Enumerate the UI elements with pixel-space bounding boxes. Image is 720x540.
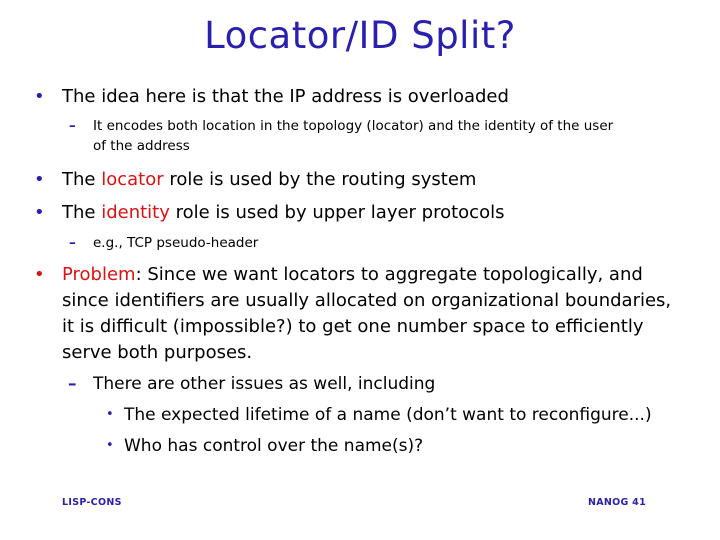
dash-icon: – (68, 374, 77, 394)
sub-item-1-line-1: It encodes both location in the topology… (93, 118, 614, 134)
bullet-icon: • (34, 86, 45, 107)
sub-sub-item-1: The expected lifetime of a name (don’t w… (124, 405, 652, 425)
slide-title: Locator/ID Split? (204, 14, 516, 57)
bullet-icon: • (34, 202, 45, 223)
bullet-item-4-line-1: Problem: Since we want locators to aggre… (62, 262, 643, 288)
bullet-item-4-line-3: it is difficult (impossible?) to get one… (62, 316, 644, 337)
bullet-icon: • (34, 169, 45, 190)
bullet-item-2: The locator role is used by the routing … (62, 167, 476, 193)
bullet-item-4-line-2: since identifiers are usually allocated … (62, 290, 672, 311)
sub-item-1-line-2: of the address (93, 138, 190, 154)
sub-item-3: e.g., TCP pseudo-header (93, 235, 259, 251)
dash-icon: – (69, 118, 76, 134)
bullet-icon: • (34, 264, 45, 285)
sub-sub-item-2: Who has control over the name(s)? (124, 436, 424, 456)
slide: Locator/ID Split? • The idea here is tha… (0, 0, 720, 540)
bullet-icon: • (106, 438, 114, 453)
bullet-item-1: The idea here is that the IP address is … (62, 86, 509, 107)
highlight-problem: Problem (62, 264, 136, 285)
highlight-identity: identity (101, 202, 170, 223)
footer-right: NANOG 41 (587, 497, 646, 508)
bullet-item-3: The identity role is used by upper layer… (62, 200, 504, 226)
bullet-item-4-line-4: serve both purposes. (62, 342, 253, 363)
dash-icon: – (69, 235, 76, 251)
highlight-locator: locator (101, 169, 164, 190)
footer-left: LISP-CONS (62, 497, 122, 508)
bullet-item-3-suffix: role is used by upper layer protocols (169, 202, 505, 223)
bullet-icon: • (106, 407, 114, 422)
bullet-item-2-prefix: The (62, 169, 102, 190)
bullet-item-3-prefix: The (62, 202, 102, 223)
bullet-item-2-suffix: role is used by the routing system (163, 169, 477, 190)
bullet-item-4-line-1-rest: : Since we want locators to aggregate to… (135, 264, 643, 285)
sub-item-4: There are other issues as well, includin… (93, 374, 436, 394)
